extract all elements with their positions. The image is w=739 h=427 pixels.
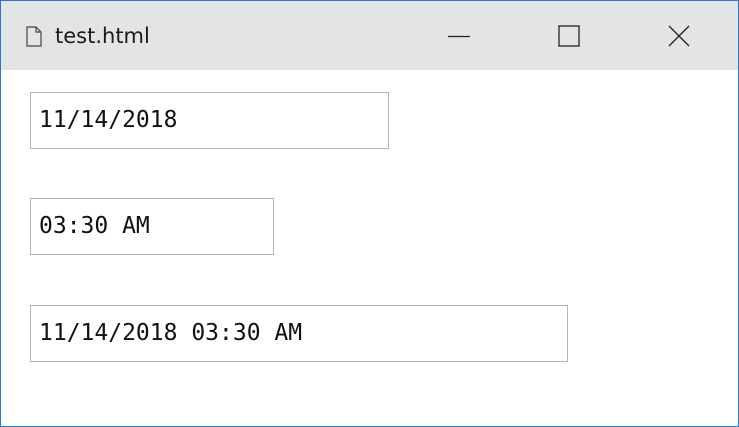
date-input-value: 11/14/2018 — [39, 107, 178, 133]
window-title: test.html — [55, 24, 150, 48]
date-input[interactable]: 11/14/2018 — [30, 92, 389, 149]
minimize-icon — [448, 35, 470, 37]
time-input-value: 03:30 AM — [39, 213, 150, 239]
datetime-input[interactable]: 11/14/2018 03:30 AM — [30, 305, 568, 362]
maximize-icon — [558, 24, 580, 47]
document-icon — [26, 26, 42, 47]
datetime-input-value: 11/14/2018 03:30 AM — [39, 320, 303, 346]
browser-window: test.html 11/14/2018 03:30 AM 11/14/2018… — [0, 0, 739, 427]
time-input[interactable]: 03:30 AM — [30, 198, 274, 255]
minimize-button[interactable] — [414, 1, 504, 70]
title-bar[interactable]: test.html — [1, 1, 738, 70]
close-button[interactable] — [634, 1, 724, 70]
close-icon — [668, 25, 690, 46]
maximize-button[interactable] — [524, 1, 614, 70]
